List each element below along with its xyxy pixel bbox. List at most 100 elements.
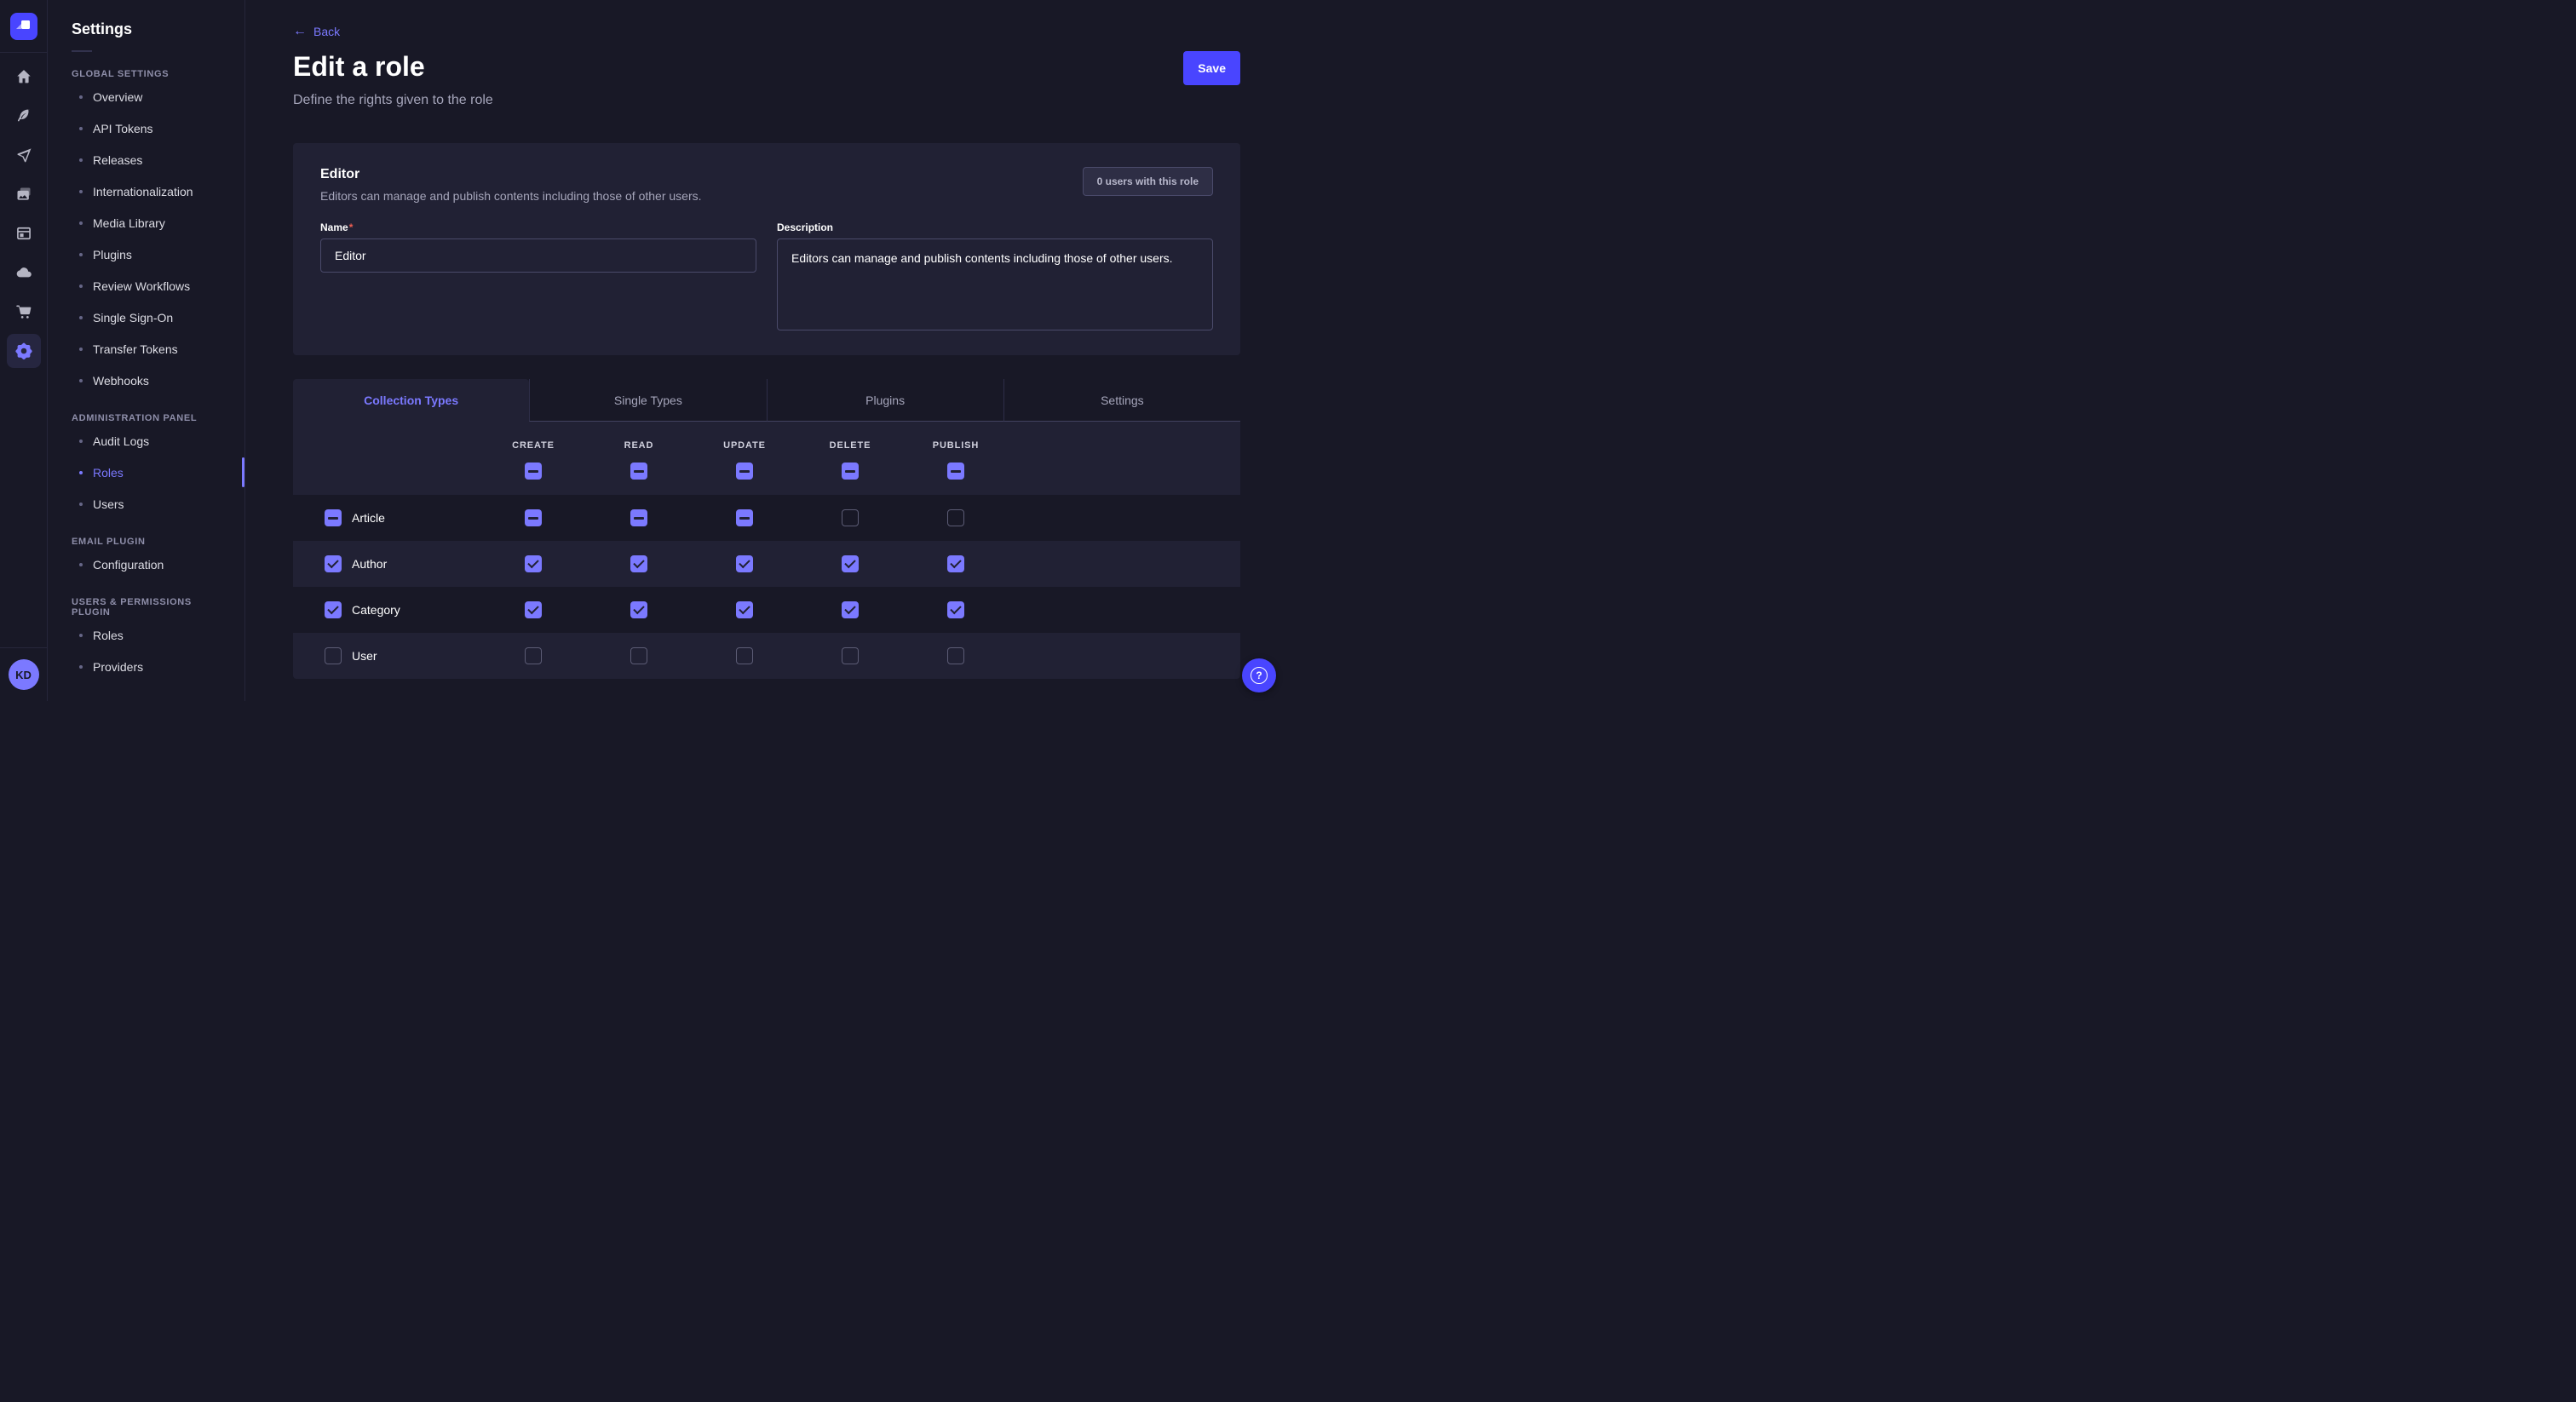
article-row-checkbox[interactable] bbox=[325, 509, 342, 526]
sidebar-item-roles-3[interactable]: Roles bbox=[48, 619, 244, 651]
user-avatar[interactable]: KD bbox=[9, 659, 39, 690]
nav-home-button[interactable] bbox=[7, 60, 41, 94]
category-delete-checkbox[interactable] bbox=[842, 601, 859, 618]
name-field-group: Name* bbox=[320, 221, 756, 335]
back-arrow-icon: ← bbox=[293, 25, 307, 38]
bullet-icon bbox=[79, 190, 83, 193]
sidebar-item-webhooks-0[interactable]: Webhooks bbox=[48, 365, 244, 396]
sidebar-item-label: Providers bbox=[93, 660, 143, 674]
author-publish-checkbox[interactable] bbox=[947, 555, 964, 572]
user-read-checkbox-cell bbox=[586, 647, 692, 664]
page-header: Edit a role Save bbox=[293, 51, 1240, 85]
nav-media-button[interactable] bbox=[7, 177, 41, 211]
article-read-checkbox[interactable] bbox=[630, 509, 647, 526]
article-create-checkbox[interactable] bbox=[525, 509, 542, 526]
help-button[interactable]: ? bbox=[1242, 658, 1276, 692]
select-all-publish-checkbox[interactable] bbox=[947, 463, 964, 480]
save-button[interactable]: Save bbox=[1183, 51, 1240, 85]
users-with-role-button[interactable]: 0 users with this role bbox=[1083, 167, 1213, 196]
category-create-checkbox[interactable] bbox=[525, 601, 542, 618]
select-all-read-checkbox[interactable] bbox=[630, 463, 647, 480]
nav-layout-button[interactable] bbox=[7, 216, 41, 250]
author-delete-checkbox[interactable] bbox=[842, 555, 859, 572]
category-publish-checkbox[interactable] bbox=[947, 601, 964, 618]
sidebar-title-divider bbox=[72, 50, 92, 52]
sidebar-item-label: API Tokens bbox=[93, 122, 153, 135]
category-delete-checkbox-cell bbox=[797, 601, 903, 618]
tab-collection-types[interactable]: Collection Types bbox=[293, 379, 529, 422]
sidebar-item-users-1[interactable]: Users bbox=[48, 488, 244, 520]
tab-settings[interactable]: Settings bbox=[1003, 379, 1240, 422]
author-row-checkbox[interactable] bbox=[325, 555, 342, 572]
sidebar-item-single-sign-on-0[interactable]: Single Sign-On bbox=[48, 302, 244, 333]
sidebar-item-configuration-2[interactable]: Configuration bbox=[48, 549, 244, 580]
article-publish-checkbox[interactable] bbox=[947, 509, 964, 526]
sidebar-item-releases-0[interactable]: Releases bbox=[48, 144, 244, 175]
user-delete-checkbox-cell bbox=[797, 647, 903, 664]
row-label: Author bbox=[352, 557, 387, 571]
category-read-checkbox[interactable] bbox=[630, 601, 647, 618]
author-read-checkbox[interactable] bbox=[630, 555, 647, 572]
nav-icon-list bbox=[7, 60, 41, 368]
description-textarea[interactable]: Editors can manage and publish contents … bbox=[777, 238, 1213, 330]
sidebar-item-transfer-tokens-0[interactable]: Transfer Tokens bbox=[48, 333, 244, 365]
sidebar-section-email-plugin: EMAIL PLUGIN bbox=[72, 537, 221, 547]
sidebar-item-audit-logs-1[interactable]: Audit Logs bbox=[48, 425, 244, 457]
sidebar-item-label: Single Sign-On bbox=[93, 311, 173, 325]
select-all-create-checkbox-cell bbox=[480, 463, 586, 480]
nav-feather-button[interactable] bbox=[7, 99, 41, 133]
strapi-logo-icon[interactable] bbox=[10, 13, 37, 40]
sidebar-item-overview-0[interactable]: Overview bbox=[48, 81, 244, 112]
select-all-delete-checkbox-cell bbox=[797, 463, 903, 480]
description-field-group: Description Editors can manage and publi… bbox=[777, 221, 1213, 335]
user-create-checkbox[interactable] bbox=[525, 647, 542, 664]
role-description-text: Editors can manage and publish contents … bbox=[320, 189, 702, 203]
page-content: ← Back Edit a role Save Define the right… bbox=[245, 0, 1288, 679]
category-read-checkbox-cell bbox=[586, 601, 692, 618]
user-publish-checkbox[interactable] bbox=[947, 647, 964, 664]
user-row-checkbox[interactable] bbox=[325, 647, 342, 664]
article-update-checkbox[interactable] bbox=[736, 509, 753, 526]
nav-cloud-button[interactable] bbox=[7, 256, 41, 290]
home-icon bbox=[15, 68, 32, 85]
sidebar-section-users-permissions-plugin: USERS & PERMISSIONS PLUGIN bbox=[72, 597, 221, 618]
sidebar-sections: GLOBAL SETTINGSOverviewAPI TokensRelease… bbox=[48, 69, 244, 682]
author-create-checkbox[interactable] bbox=[525, 555, 542, 572]
select-all-create-checkbox[interactable] bbox=[525, 463, 542, 480]
sidebar-item-review-workflows-0[interactable]: Review Workflows bbox=[48, 270, 244, 302]
user-delete-checkbox[interactable] bbox=[842, 647, 859, 664]
select-all-delete-checkbox[interactable] bbox=[842, 463, 859, 480]
nav-gear-button[interactable] bbox=[7, 334, 41, 368]
sidebar-item-providers-3[interactable]: Providers bbox=[48, 651, 244, 682]
sidebar-item-media-library-0[interactable]: Media Library bbox=[48, 207, 244, 238]
category-update-checkbox[interactable] bbox=[736, 601, 753, 618]
bullet-icon bbox=[79, 95, 83, 99]
category-create-checkbox-cell bbox=[480, 601, 586, 618]
user-update-checkbox[interactable] bbox=[736, 647, 753, 664]
row-name-cell: Article bbox=[293, 509, 480, 526]
column-header-read: READ bbox=[586, 440, 692, 451]
sidebar-item-internationalization-0[interactable]: Internationalization bbox=[48, 175, 244, 207]
nav-cart-button[interactable] bbox=[7, 295, 41, 329]
sidebar-item-roles-1[interactable]: Roles bbox=[48, 457, 244, 488]
tab-single-types[interactable]: Single Types bbox=[529, 379, 766, 422]
sidebar-item-api-tokens-0[interactable]: API Tokens bbox=[48, 112, 244, 144]
permissions-column-headers: CREATEREADUPDATEDELETEPUBLISH bbox=[293, 422, 1240, 451]
name-input[interactable] bbox=[320, 238, 756, 273]
nav-paper-plane-button[interactable] bbox=[7, 138, 41, 172]
author-update-checkbox[interactable] bbox=[736, 555, 753, 572]
tab-plugins[interactable]: Plugins bbox=[767, 379, 1003, 422]
permission-row-author: Author bbox=[293, 541, 1240, 587]
select-all-update-checkbox[interactable] bbox=[736, 463, 753, 480]
nav-rail-footer: KD bbox=[0, 647, 47, 701]
sidebar-item-label: Internationalization bbox=[93, 185, 193, 198]
article-delete-checkbox-cell bbox=[797, 509, 903, 526]
user-read-checkbox[interactable] bbox=[630, 647, 647, 664]
row-label: Article bbox=[352, 511, 385, 525]
bullet-icon bbox=[79, 127, 83, 130]
category-row-checkbox[interactable] bbox=[325, 601, 342, 618]
sidebar-item-plugins-0[interactable]: Plugins bbox=[48, 238, 244, 270]
article-delete-checkbox[interactable] bbox=[842, 509, 859, 526]
page-subtitle: Define the rights given to the role bbox=[293, 93, 1240, 108]
back-link[interactable]: ← Back bbox=[293, 25, 340, 38]
